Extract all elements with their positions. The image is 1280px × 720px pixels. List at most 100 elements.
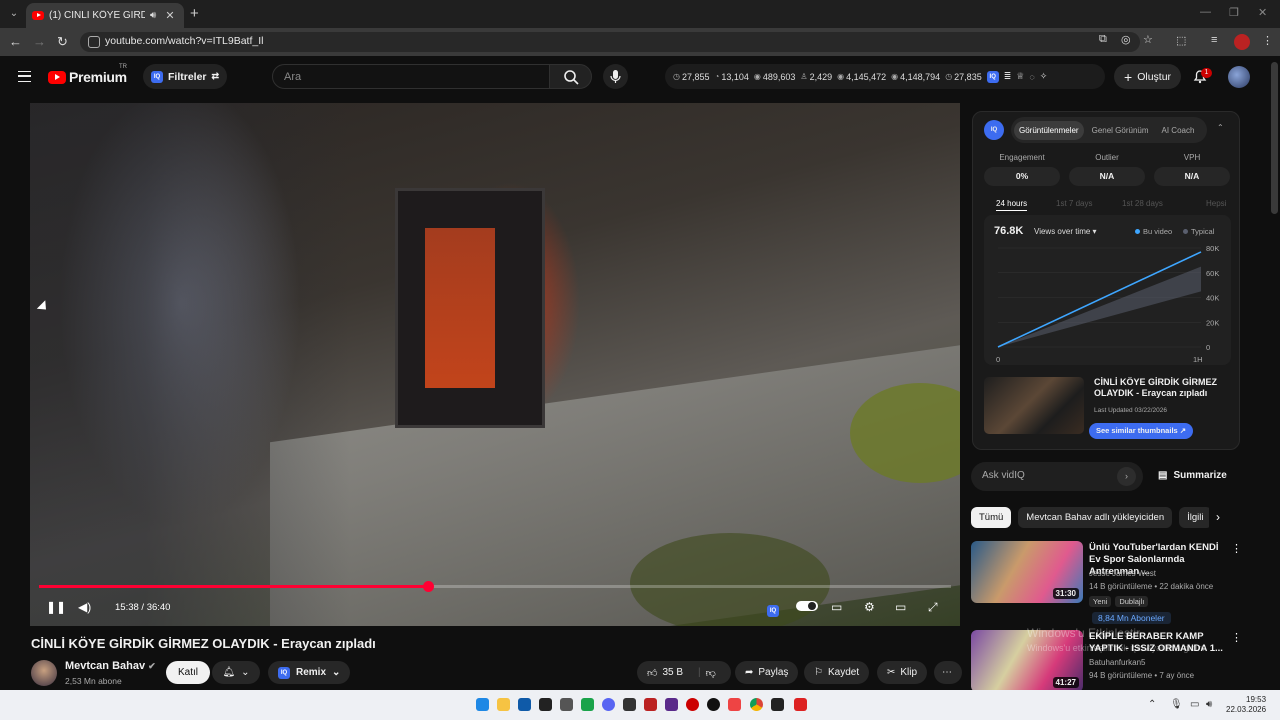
like-icon[interactable]: 👍︎ bbox=[647, 667, 657, 679]
join-button[interactable]: Katıl bbox=[166, 661, 211, 684]
maximize-icon[interactable]: ❐ bbox=[1229, 6, 1239, 19]
forward-icon[interactable]: → bbox=[33, 34, 46, 49]
media-control-icon[interactable]: ≡ bbox=[1211, 34, 1217, 46]
progress-bar[interactable] bbox=[39, 581, 951, 592]
vidiq-stats-bar[interactable]: ◷ 27,855 ◔ 13,104 ◉ 489,603 ♙ 2,429 ◉ 4,145,4… bbox=[665, 64, 1105, 89]
app-icon[interactable] bbox=[794, 698, 807, 711]
app-icon[interactable] bbox=[623, 698, 636, 711]
summarize-button[interactable]: ▤ Summarize bbox=[1158, 470, 1227, 481]
profile-avatar[interactable] bbox=[1234, 34, 1250, 50]
chevron-right-icon[interactable]: › bbox=[1216, 510, 1220, 524]
new-tab-icon[interactable]: + bbox=[190, 5, 199, 22]
search-button[interactable] bbox=[549, 64, 592, 89]
tray-chevron-icon[interactable]: ⌃ bbox=[1148, 699, 1156, 710]
discord-icon[interactable] bbox=[602, 698, 615, 711]
reload-icon[interactable]: ↻ bbox=[57, 34, 68, 50]
steam-icon[interactable] bbox=[539, 698, 552, 711]
extensions-icon[interactable]: ⬚ bbox=[1176, 34, 1186, 47]
file-explorer-icon[interactable] bbox=[497, 698, 510, 711]
close-window-icon[interactable]: ✕ bbox=[1258, 6, 1267, 19]
more-options-icon[interactable]: ⋮ bbox=[1231, 542, 1242, 555]
recommendation-channel[interactable]: Batuhanfurkan5 bbox=[1089, 658, 1146, 667]
sparkle-icon[interactable]: ✧ bbox=[1040, 71, 1048, 82]
obs-icon[interactable] bbox=[707, 698, 720, 711]
share-button[interactable]: ➦ Paylaş bbox=[735, 661, 799, 684]
tracking-eye-icon[interactable]: ◎ bbox=[1121, 33, 1131, 46]
chat-icon[interactable]: ◌ bbox=[1029, 72, 1034, 82]
app-icon[interactable] bbox=[686, 698, 699, 711]
bookmark-star-icon[interactable]: ☆ bbox=[1143, 33, 1153, 46]
dislike-icon[interactable]: 👎︎ bbox=[706, 667, 716, 679]
chip-uploader[interactable]: Mevtcan Bahav adlı yükleyiciden bbox=[1018, 507, 1173, 528]
account-avatar[interactable] bbox=[1228, 66, 1250, 88]
more-options-icon[interactable]: ⋮ bbox=[1231, 631, 1242, 644]
page-scrollbar[interactable] bbox=[1271, 62, 1278, 214]
create-button[interactable]: + Oluştur bbox=[1114, 64, 1182, 89]
url-text[interactable]: youtube.com/watch?v=ITL9Batf_Il bbox=[105, 35, 263, 47]
trophy-icon[interactable]: ♕ bbox=[1016, 71, 1024, 82]
recommendation-channel[interactable]: Jesse James West bbox=[1089, 569, 1156, 578]
subscription-bell-button[interactable]: 🔔︎ ⌄ bbox=[212, 661, 260, 684]
close-tab-icon[interactable]: ✕ bbox=[165, 9, 174, 22]
app-icon[interactable] bbox=[665, 698, 678, 711]
install-app-icon[interactable]: ⧉ bbox=[1099, 33, 1107, 46]
save-button[interactable]: ⚐ Kaydet bbox=[804, 661, 870, 684]
tab-ai-coach[interactable]: AI Coach bbox=[1157, 121, 1200, 140]
menu-icon[interactable] bbox=[18, 71, 31, 82]
tab-search-icon[interactable]: ⌄ bbox=[6, 6, 22, 22]
omnibox[interactable]: youtube.com/watch?v=ITL9Batf_Il bbox=[80, 32, 1140, 52]
app-icon[interactable] bbox=[581, 698, 594, 711]
app-icon[interactable] bbox=[728, 698, 741, 711]
chip-related[interactable]: İlgili bbox=[1179, 507, 1209, 528]
pause-icon[interactable]: ❚❚ bbox=[46, 600, 66, 614]
fullscreen-icon[interactable]: ⤢ bbox=[928, 600, 938, 615]
ask-vidiq-input[interactable]: Ask vidIQ › bbox=[971, 462, 1143, 491]
subtitles-icon[interactable]: ▭ bbox=[831, 600, 842, 614]
range-7d[interactable]: 1st 7 days bbox=[1056, 199, 1092, 208]
channel-name[interactable]: Mevtcan Bahav ✔ bbox=[65, 660, 156, 672]
vidiq-player-icon[interactable]: IQ bbox=[767, 605, 779, 617]
youtube-logo[interactable]: Premium TR bbox=[48, 64, 127, 85]
search-input[interactable]: Ara bbox=[272, 64, 550, 89]
audio-icon[interactable]: 🔊︎ bbox=[150, 10, 156, 21]
app-icon[interactable] bbox=[771, 698, 784, 711]
filters-button[interactable]: IQ Filtreler ⇄ bbox=[143, 64, 228, 89]
like-count[interactable]: 35 B bbox=[662, 667, 683, 678]
app-icon[interactable] bbox=[560, 698, 573, 711]
browser-menu-icon[interactable]: ⋮ bbox=[1262, 34, 1273, 47]
theater-mode-icon[interactable]: ▭ bbox=[895, 600, 906, 614]
send-arrow-icon[interactable]: › bbox=[1117, 467, 1136, 486]
range-24h[interactable]: 24 hours bbox=[996, 199, 1028, 211]
range-28d[interactable]: 1st 28 days bbox=[1122, 199, 1163, 208]
app-icon[interactable] bbox=[644, 698, 657, 711]
chart-metric-select[interactable]: Views over time ▾ bbox=[1034, 227, 1097, 236]
vidiq-icon[interactable]: IQ bbox=[986, 70, 999, 83]
volume-tray-icon[interactable]: 🔊︎ bbox=[1206, 699, 1212, 710]
more-actions-button[interactable]: ⋯ bbox=[934, 661, 962, 684]
similar-thumbnails-button[interactable]: See similar thumbnails ↗ bbox=[1089, 423, 1194, 439]
back-icon[interactable]: ← bbox=[9, 34, 22, 49]
video-thumbnail[interactable] bbox=[984, 377, 1084, 434]
system-clock[interactable]: 19:53 22.03.2026 bbox=[1226, 695, 1266, 715]
autoplay-toggle-icon[interactable] bbox=[796, 600, 818, 615]
voice-search-button[interactable] bbox=[603, 64, 628, 89]
browser-tab[interactable]: (1) CİNLİ KÖYE GİRDİK GİRMEZ OLAYDIK 🔊︎ … bbox=[26, 3, 184, 28]
video-player[interactable]: ❚❚ ◀) 15:38 / 36:40 IQ ▭ ⚙ ▭ ⤢ bbox=[30, 103, 960, 626]
tab-views[interactable]: Görüntülenmeler bbox=[1014, 120, 1084, 140]
network-icon[interactable]: ▭ bbox=[1190, 699, 1199, 710]
range-all[interactable]: Hepsi bbox=[1206, 199, 1226, 208]
recommendation-thumbnail[interactable]: 31:30 bbox=[971, 541, 1083, 603]
clip-button[interactable]: ✂ Klip bbox=[877, 661, 928, 684]
minimize-icon[interactable]: — bbox=[1200, 6, 1211, 18]
microphone-tray-icon[interactable]: 🎙︎ bbox=[1170, 699, 1183, 710]
volume-icon[interactable]: ◀) bbox=[78, 600, 91, 614]
list-icon[interactable]: ≣ bbox=[1004, 71, 1012, 82]
site-info-icon[interactable] bbox=[88, 36, 100, 48]
start-icon[interactable] bbox=[476, 698, 489, 711]
chrome-icon[interactable] bbox=[750, 698, 763, 711]
remix-button[interactable]: IQ Remix ⌄ bbox=[268, 661, 351, 684]
store-icon[interactable] bbox=[518, 698, 531, 711]
channel-avatar[interactable] bbox=[31, 660, 57, 686]
tab-overview[interactable]: Genel Görünüm bbox=[1087, 121, 1154, 140]
collapse-chevron-icon[interactable]: ⌃ bbox=[1217, 123, 1224, 132]
